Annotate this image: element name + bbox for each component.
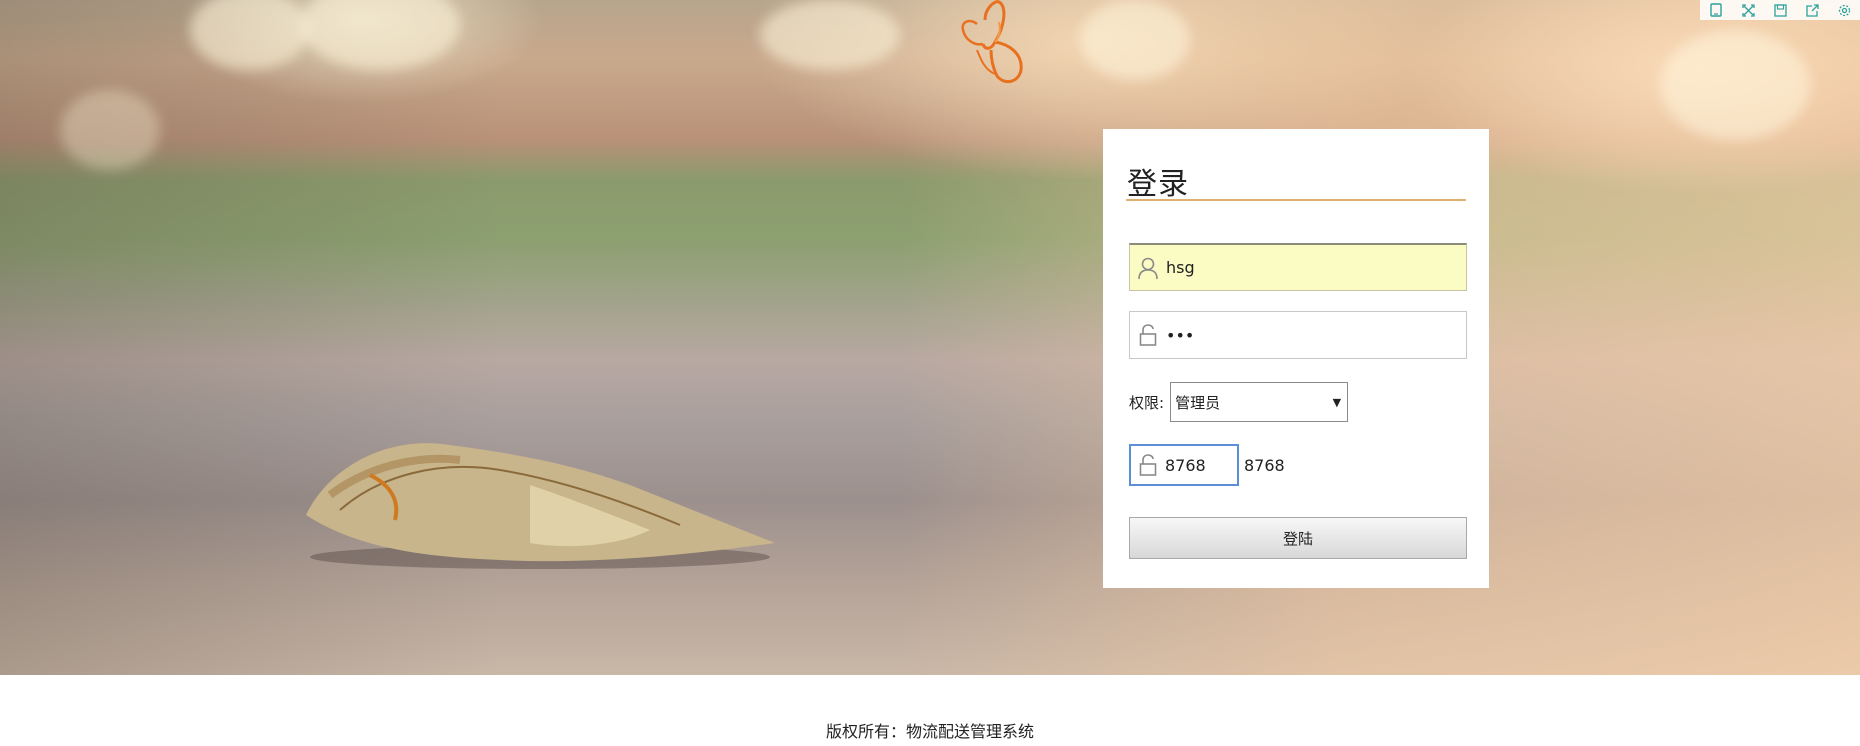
- captcha-input[interactable]: [1165, 455, 1233, 475]
- captcha-code[interactable]: 8768: [1244, 456, 1285, 475]
- login-title: 登录: [1127, 167, 1189, 202]
- login-panel: 登录 权限: 管理员 ▼ 8768 登陆: [1103, 129, 1489, 588]
- page-toolbar: [1700, 0, 1860, 20]
- tablet-icon[interactable]: [1708, 2, 1724, 18]
- footer: 版权所有：物流配送管理系统: [0, 675, 1860, 746]
- bokeh-light: [1660, 30, 1810, 140]
- captcha-field[interactable]: [1129, 444, 1239, 486]
- expand-icon[interactable]: [1740, 2, 1756, 18]
- username-input[interactable]: [1166, 247, 1456, 288]
- captcha-row: 8768: [1129, 444, 1285, 486]
- save-icon[interactable]: [1772, 2, 1788, 18]
- password-field[interactable]: [1129, 311, 1467, 359]
- share-icon[interactable]: [1804, 2, 1820, 18]
- leaf-illustration: [306, 443, 775, 569]
- background-hero: [0, 0, 1860, 675]
- role-select[interactable]: 管理员 ▼: [1170, 382, 1349, 422]
- password-input[interactable]: [1166, 315, 1456, 355]
- role-selected-value: 管理员: [1175, 393, 1221, 412]
- bokeh-light: [60, 90, 160, 170]
- bokeh-light: [760, 0, 900, 70]
- title-divider: [1126, 199, 1466, 201]
- login-button[interactable]: 登陆: [1129, 517, 1467, 559]
- user-icon: [1130, 245, 1166, 291]
- lock-icon: [1130, 312, 1166, 358]
- bokeh-light: [1080, 0, 1190, 80]
- chevron-down-icon: ▼: [1332, 395, 1342, 409]
- role-label: 权限:: [1129, 393, 1165, 412]
- username-field[interactable]: [1129, 243, 1467, 291]
- settings-icon[interactable]: [1836, 2, 1852, 18]
- role-row: 权限: 管理员 ▼: [1129, 381, 1349, 423]
- butterfly-logo: [961, 0, 1023, 84]
- lock-icon: [1131, 453, 1165, 477]
- copyright-text: 版权所有：物流配送管理系统: [825, 722, 1034, 741]
